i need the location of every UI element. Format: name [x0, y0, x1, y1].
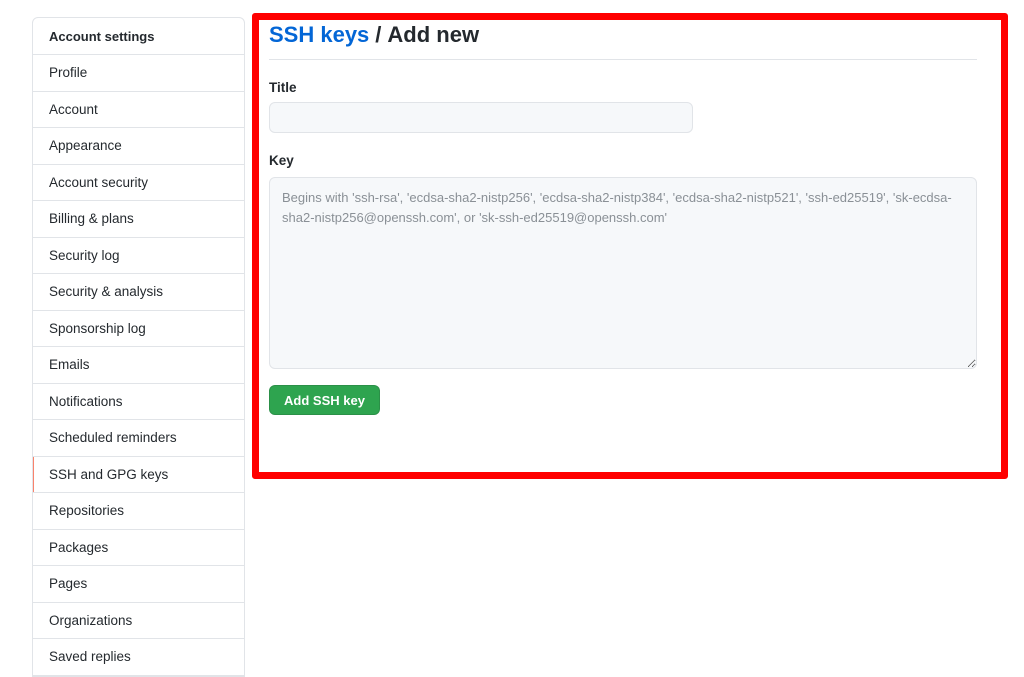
add-ssh-key-button[interactable]: Add SSH key — [269, 385, 380, 415]
sidebar-item-appearance[interactable]: Appearance — [33, 128, 244, 165]
sidebar-item-account[interactable]: Account — [33, 92, 244, 128]
sidebar-item-billing-plans[interactable]: Billing & plans — [33, 201, 244, 238]
sidebar-item-saved-replies[interactable]: Saved replies — [33, 639, 244, 676]
header-divider — [269, 59, 977, 60]
page-title: SSH keys / Add new — [269, 20, 977, 50]
sidebar-heading: Account settings — [33, 18, 244, 55]
breadcrumb-current: Add new — [387, 22, 480, 47]
breadcrumb-separator: / — [375, 22, 382, 47]
sidebar-items: Profile Account Appearance Account secur… — [33, 55, 244, 676]
sidebar-item-notifications[interactable]: Notifications — [33, 384, 244, 420]
title-input[interactable] — [269, 102, 693, 133]
sidebar-item-profile[interactable]: Profile — [33, 55, 244, 92]
sidebar-item-sponsorship-log[interactable]: Sponsorship log — [33, 311, 244, 347]
sidebar-item-account-security[interactable]: Account security — [33, 165, 244, 201]
sidebar-item-emails[interactable]: Emails — [33, 347, 244, 384]
breadcrumb-ssh-keys-link[interactable]: SSH keys — [269, 22, 369, 48]
sidebar-item-security-analysis[interactable]: Security & analysis — [33, 274, 244, 311]
sidebar-item-scheduled-reminders[interactable]: Scheduled reminders — [33, 420, 244, 457]
sidebar-item-security-log[interactable]: Security log — [33, 238, 244, 274]
sidebar-item-repositories[interactable]: Repositories — [33, 493, 244, 530]
add-ssh-key-form: Title Key Add SSH key — [269, 80, 977, 415]
sidebar-item-organizations[interactable]: Organizations — [33, 603, 244, 639]
key-textarea[interactable] — [269, 177, 977, 369]
title-label: Title — [269, 80, 297, 95]
key-label: Key — [269, 153, 294, 168]
settings-sidebar: Account settings Profile Account Appeara… — [32, 17, 245, 677]
sidebar-item-pages[interactable]: Pages — [33, 566, 244, 603]
sidebar-item-packages[interactable]: Packages — [33, 530, 244, 566]
sidebar-item-ssh-gpg-keys[interactable]: SSH and GPG keys — [33, 456, 244, 493]
add-ssh-key-form-panel: SSH keys / Add new Title Key Add SSH key — [269, 20, 977, 415]
